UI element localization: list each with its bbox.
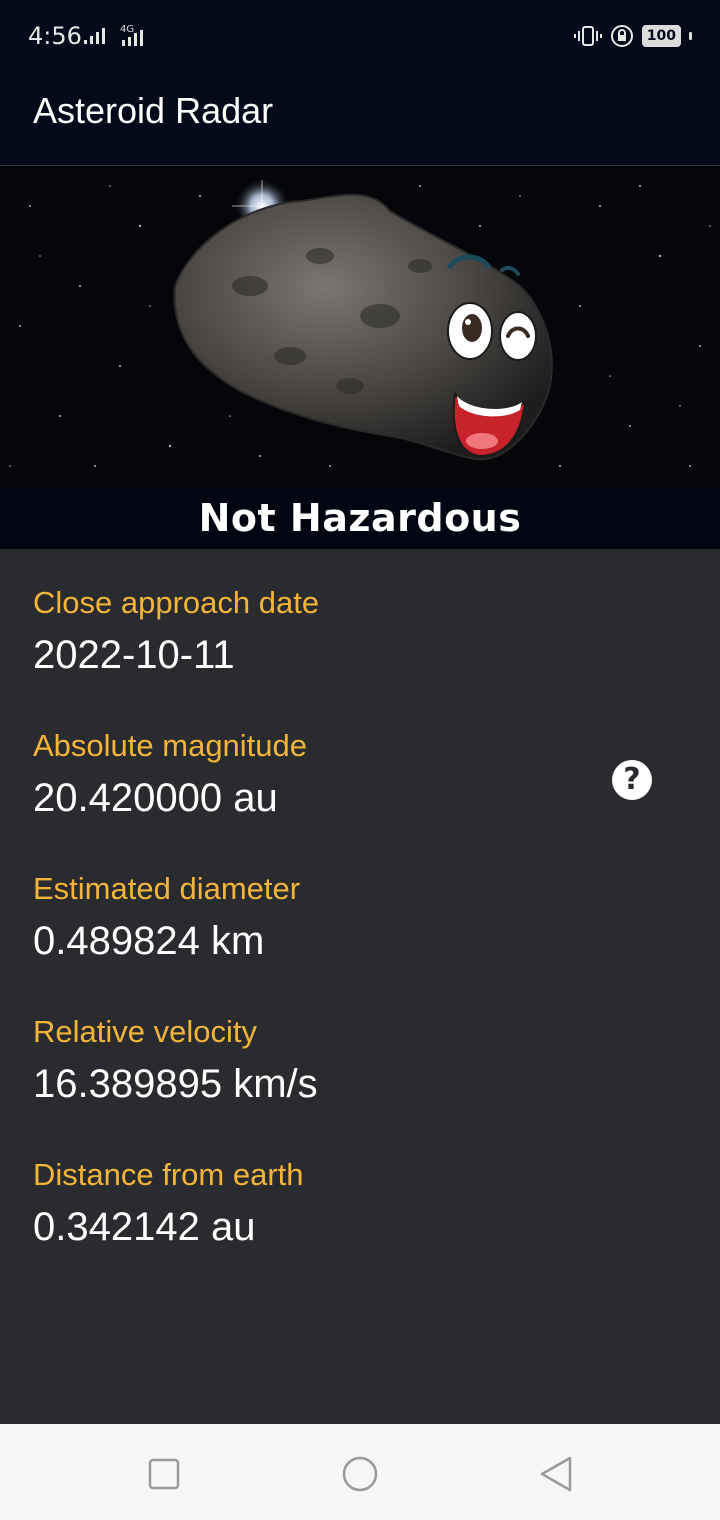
relative-velocity-value: 16.389895 km/s — [33, 1062, 318, 1106]
hazard-status-banner: Not Hazardous — [0, 488, 720, 549]
battery-tip — [689, 32, 692, 40]
system-nav-bar — [0, 1424, 720, 1520]
relative-velocity-label: Relative velocity — [33, 1014, 257, 1049]
status-time: 4:56 — [28, 22, 82, 50]
home-icon[interactable] — [340, 1454, 380, 1494]
help-icon[interactable]: ? — [612, 760, 652, 800]
status-right-icons: 100 — [573, 24, 692, 48]
absolute-magnitude-value: 20.420000 au — [33, 776, 278, 820]
distance-label: Distance from earth — [33, 1157, 304, 1192]
relative-velocity-block: Relative velocity 16.389895 km/s — [33, 1014, 318, 1107]
absolute-magnitude-block: Absolute magnitude 20.420000 au — [33, 728, 307, 821]
close-approach-block: Close approach date 2022-10-11 — [33, 585, 319, 678]
close-approach-label: Close approach date — [33, 585, 320, 620]
estimated-diameter-block: Estimated diameter 0.489824 km — [33, 871, 300, 964]
rotation-lock-icon — [610, 25, 633, 47]
app-title: Asteroid Radar — [33, 90, 274, 131]
signal-icon — [84, 28, 105, 44]
back-icon[interactable] — [536, 1454, 576, 1494]
happy-asteroid-image — [0, 166, 720, 488]
close-approach-value: 2022-10-11 — [33, 633, 235, 677]
absolute-magnitude-label: Absolute magnitude — [33, 728, 308, 763]
battery-indicator: 100 — [641, 25, 681, 47]
signal-icon-2 — [122, 30, 143, 46]
status-bar: 4:56 4G 100 — [0, 0, 720, 72]
vibrate-icon — [573, 26, 602, 46]
app-bar: Asteroid Radar — [0, 72, 720, 166]
recent-apps-icon[interactable] — [144, 1454, 184, 1494]
asteroid-image — [0, 166, 720, 488]
distance-block: Distance from earth 0.342142 au — [33, 1157, 304, 1250]
estimated-diameter-label: Estimated diameter — [33, 871, 301, 906]
estimated-diameter-value: 0.489824 km — [33, 919, 265, 963]
distance-value: 0.342142 au — [33, 1205, 256, 1249]
hazard-status-label: Not Hazardous — [198, 496, 522, 540]
